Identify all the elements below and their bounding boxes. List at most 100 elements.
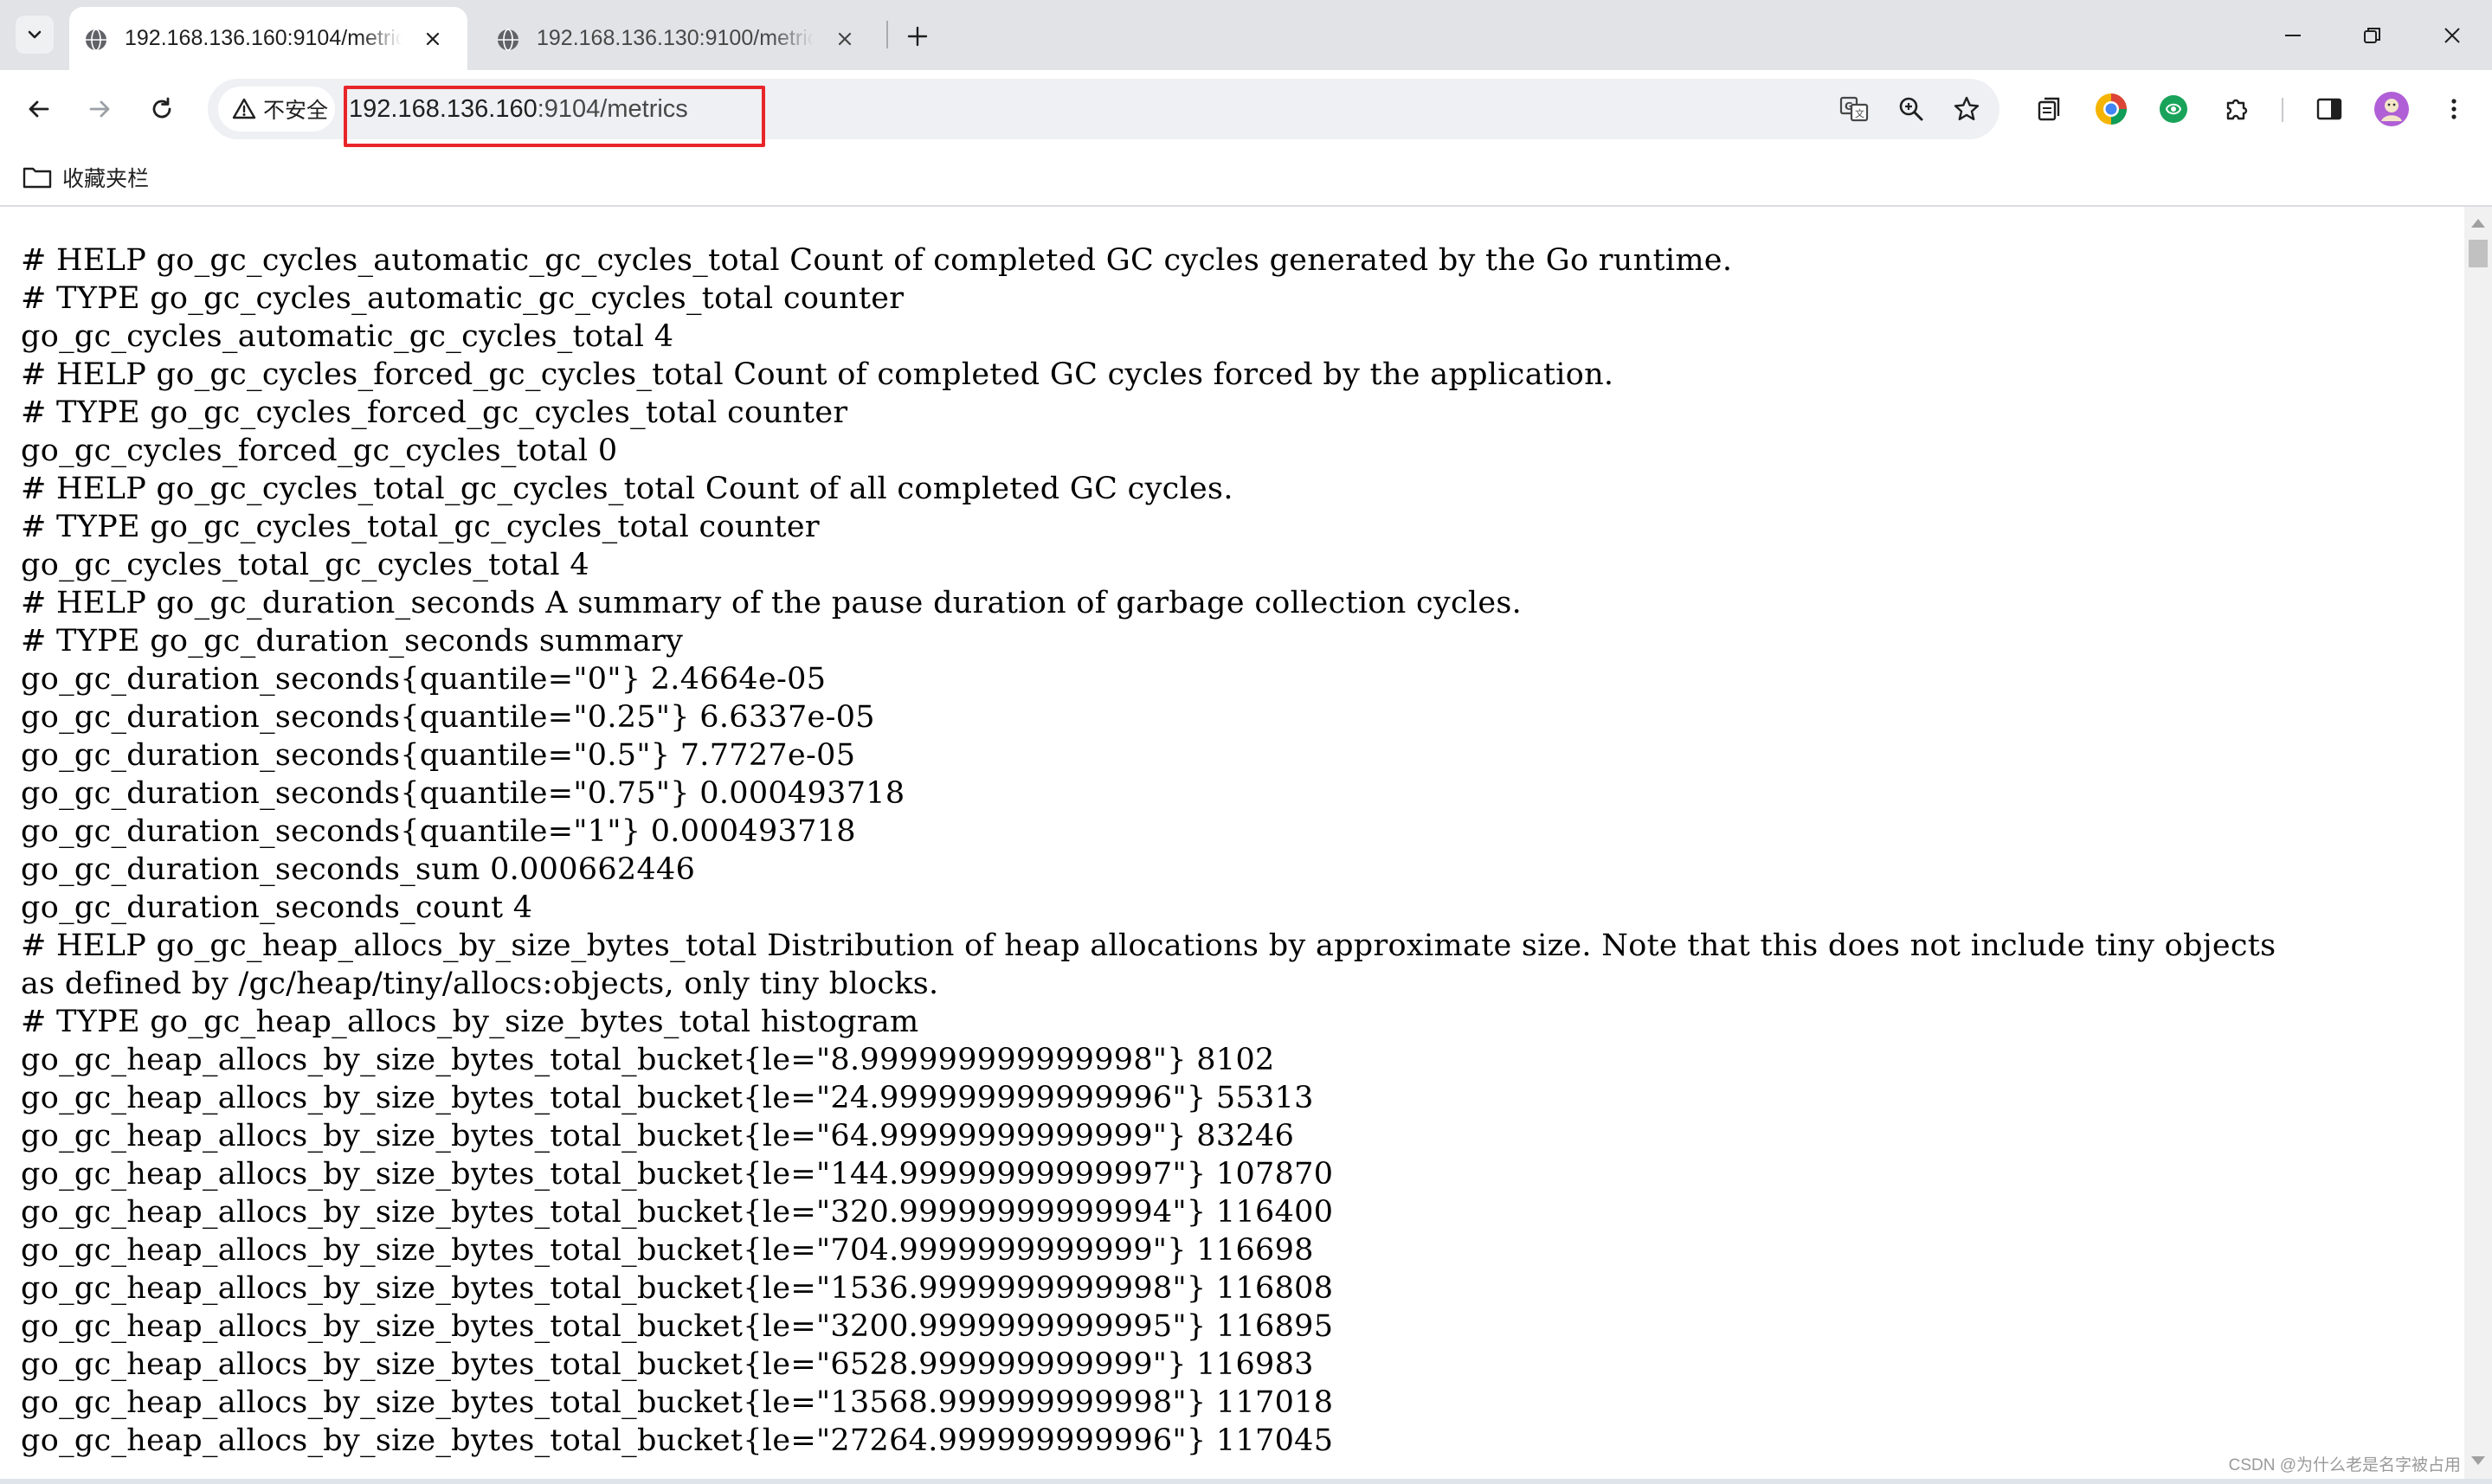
reading-list-button[interactable] [2030, 89, 2070, 129]
restore-button[interactable] [2334, 0, 2412, 70]
toolbar: 不安全 192.168.136.160:9104/metrics G 文 [0, 70, 2492, 148]
extension-green-button[interactable] [2154, 89, 2193, 129]
metrics-line: # HELP go_gc_cycles_total_gc_cycles_tota… [21, 472, 1233, 506]
page-content: # HELP go_gc_cycles_automatic_gc_cycles_… [0, 207, 2463, 1479]
translate-button[interactable]: G 文 [1835, 90, 1873, 128]
metrics-line: go_gc_heap_allocs_by_size_bytes_total_bu… [21, 1233, 1314, 1268]
tab-close-button[interactable] [832, 26, 858, 52]
chatgpt-icon [2160, 95, 2187, 123]
new-tab-button[interactable] [898, 17, 937, 55]
more-vertical-icon [2451, 99, 2457, 119]
vertical-scrollbar[interactable] [2464, 207, 2492, 1479]
reload-button[interactable] [142, 89, 182, 129]
svg-text:G: G [1845, 100, 1853, 112]
window-close-button[interactable] [2413, 0, 2491, 70]
address-bar[interactable]: 不安全 192.168.136.160:9104/metrics G 文 [208, 79, 1999, 147]
tab-title: 192.168.136.160:9104/metrics [125, 26, 402, 50]
zoom-icon [1899, 97, 1923, 121]
metrics-line: # HELP go_gc_cycles_automatic_gc_cycles_… [21, 243, 1733, 278]
metrics-line: go_gc_duration_seconds_sum 0.000662446 [21, 852, 696, 887]
extensions-button[interactable] [2218, 89, 2257, 129]
arrow-right-icon [89, 100, 110, 118]
metrics-line: # TYPE go_gc_cycles_forced_gc_cycles_tot… [21, 395, 848, 430]
metrics-line: go_gc_cycles_automatic_gc_cycles_total 4 [21, 319, 674, 354]
tab-title: 192.168.136.130:9100/metrics [537, 26, 814, 50]
scroll-up-arrow-icon[interactable] [2471, 219, 2485, 228]
warning-icon [232, 98, 256, 119]
url-host: 192.168.136.160 [349, 95, 538, 123]
forward-button[interactable] [80, 89, 119, 129]
metrics-line: go_gc_duration_seconds{quantile="0.75"} … [21, 776, 905, 811]
extension-colorful-button[interactable] [2091, 89, 2131, 129]
minimize-icon [2285, 34, 2301, 36]
puzzle-icon [2226, 99, 2248, 120]
tab-strip: 192.168.136.160:9104/metrics 192.168.136… [0, 0, 2492, 70]
chevron-down-icon [28, 30, 42, 39]
minimize-button[interactable] [2254, 0, 2332, 70]
metrics-line: go_gc_heap_allocs_by_size_bytes_total_bu… [21, 1385, 1334, 1420]
metrics-line: # TYPE go_gc_cycles_automatic_gc_cycles_… [21, 281, 905, 316]
window-bottom-edge [0, 1479, 2492, 1484]
avatar [2374, 92, 2409, 126]
arrow-left-icon [29, 100, 49, 118]
folder-icon [23, 167, 52, 189]
side-panel-icon [2316, 98, 2342, 120]
metrics-line: go_gc_heap_allocs_by_size_bytes_total_bu… [21, 1195, 1334, 1230]
metrics-line: # TYPE go_gc_heap_allocs_by_size_bytes_t… [21, 1005, 919, 1039]
bookmarks-folder[interactable]: 收藏夹栏 [23, 160, 149, 195]
watermark: CSDN @为什么老是名字被占用 [2228, 1456, 2461, 1474]
tab-inactive[interactable]: 192.168.136.130:9100/metrics [481, 7, 879, 70]
side-panel-button[interactable] [2309, 89, 2349, 129]
colorful-extension-icon [2096, 93, 2127, 125]
metrics-line: # HELP go_gc_cycles_forced_gc_cycles_tot… [21, 357, 1614, 392]
metrics-line: go_gc_heap_allocs_by_size_bytes_total_bu… [21, 1423, 1334, 1458]
menu-button[interactable] [2434, 89, 2474, 129]
metrics-line: go_gc_heap_allocs_by_size_bytes_total_bu… [21, 1119, 1295, 1153]
metrics-line: # TYPE go_gc_duration_seconds summary [21, 624, 684, 658]
bookmarks-bar: 收藏夹栏 [0, 148, 2492, 207]
security-indicator[interactable]: 不安全 [218, 87, 335, 132]
close-icon [2444, 27, 2460, 43]
globe-icon [86, 29, 106, 51]
metrics-line: go_gc_heap_allocs_by_size_bytes_total_bu… [21, 1271, 1334, 1306]
globe-icon [498, 29, 518, 51]
metrics-line: go_gc_heap_allocs_by_size_bytes_total_bu… [21, 1081, 1314, 1115]
toolbar-divider [2282, 98, 2283, 122]
metrics-line: go_gc_heap_allocs_by_size_bytes_total_bu… [21, 1309, 1334, 1344]
plus-icon [907, 26, 928, 47]
scrollbar-thumb[interactable] [2469, 240, 2488, 267]
bookmark-star-button[interactable] [1948, 90, 1986, 128]
tab-search-button[interactable] [16, 16, 54, 54]
metrics-line: go_gc_duration_seconds{quantile="1"} 0.0… [21, 814, 856, 849]
metrics-text: # HELP go_gc_cycles_automatic_gc_cycles_… [21, 241, 2444, 1460]
svg-text:文: 文 [1855, 107, 1864, 119]
metrics-line: # HELP go_gc_duration_seconds A summary … [21, 586, 1523, 620]
close-icon [838, 32, 852, 46]
zoom-button[interactable] [1892, 90, 1930, 128]
tab-active[interactable]: 192.168.136.160:9104/metrics [69, 7, 467, 70]
metrics-line: go_gc_heap_allocs_by_size_bytes_total_bu… [21, 1043, 1275, 1077]
metrics-line: go_gc_cycles_forced_gc_cycles_total 0 [21, 434, 618, 468]
tab-close-button[interactable] [420, 26, 446, 52]
back-button[interactable] [19, 89, 59, 129]
close-icon [426, 32, 440, 46]
metrics-line: as defined by /gc/heap/tiny/allocs:objec… [21, 967, 939, 1001]
copy-icon [2038, 97, 2060, 121]
metrics-line: # HELP go_gc_heap_allocs_by_size_bytes_t… [21, 928, 2276, 963]
metrics-line: go_gc_duration_seconds{quantile="0"} 2.4… [21, 662, 827, 697]
metrics-line: go_gc_duration_seconds{quantile="0.5"} 7… [21, 738, 856, 773]
restore-icon [2364, 27, 2380, 43]
translate-icon: G 文 [1839, 96, 1869, 122]
security-label: 不安全 [263, 99, 329, 123]
url-text[interactable]: 192.168.136.160:9104/metrics [349, 79, 688, 139]
metrics-line: go_gc_duration_seconds{quantile="0.25"} … [21, 700, 875, 735]
metrics-line: # TYPE go_gc_cycles_total_gc_cycles_tota… [21, 510, 820, 544]
scroll-down-arrow-icon[interactable] [2471, 1456, 2485, 1465]
browser-window: 192.168.136.160:9104/metrics 192.168.136… [0, 0, 2492, 1484]
metrics-line: go_gc_duration_seconds_count 4 [21, 890, 533, 925]
profile-button[interactable] [2372, 89, 2412, 129]
url-path: :9104/metrics [537, 95, 688, 123]
metrics-line: go_gc_cycles_total_gc_cycles_total 4 [21, 548, 589, 582]
reload-icon [152, 97, 171, 119]
bookmarks-folder-label: 收藏夹栏 [62, 167, 150, 191]
